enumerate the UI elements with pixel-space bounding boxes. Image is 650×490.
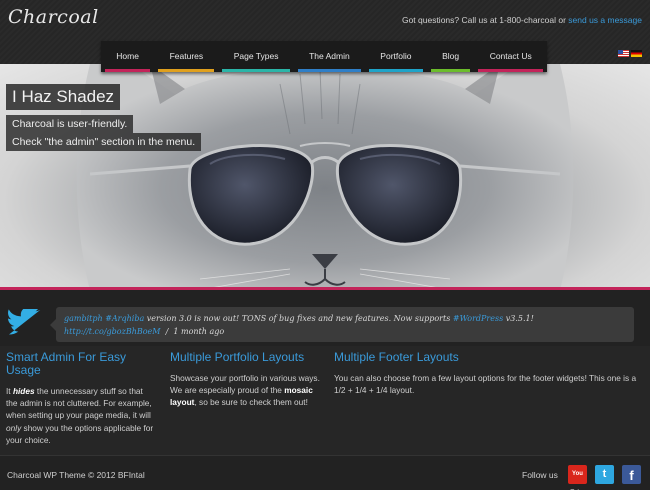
tweet-text: v3.5.1! [505,314,534,323]
nav-item-label: Portfolio [380,51,412,61]
column-text: Showcase your portfolio in various ways.… [170,373,320,408]
nav-item-page-types[interactable]: Page Types [218,41,293,72]
de-flag-icon[interactable] [631,50,642,57]
hero-caption-line-1: Charcoal is user-friendly. [6,115,134,133]
tweet-time: 1 month ago [173,327,225,336]
nav-color-bar [222,69,290,72]
twitter-icon[interactable]: t [595,465,614,484]
tweet-hashtag-link[interactable]: #WordPress [453,314,503,323]
follow-us-label: Follow us [522,470,558,480]
youtube-icon[interactable]: You Tube [568,465,587,484]
nav-item-contact-us[interactable]: Contact Us [474,41,547,72]
hero-title: I Haz Shadez [6,84,121,110]
nav-item-blog[interactable]: Blog [427,41,475,72]
column-text: You can also choose from a few layout op… [334,373,637,396]
nav-color-bar [430,69,471,72]
tweet-separator: / [165,327,169,336]
tweet-text: version 3.0 is now out! TONS of bug fixe… [146,314,451,323]
hero-caption-line-2: Check "the admin" section in the menu. [6,133,202,151]
column-title: Multiple Portfolio Layouts [170,350,305,364]
feature-column-portfolio: Multiple Portfolio Layouts Showcase your… [170,351,320,409]
site-footer: Charcoal WP Theme © 2012 BFIntal Follow … [0,455,650,490]
main-nav: Home Features Page Types The Admin Portfolio… [101,41,547,72]
site-logo[interactable]: Charcoal [8,6,99,28]
nav-color-bar [478,69,544,72]
nav-item-label: Home [116,51,139,61]
us-flag-icon[interactable] [618,50,629,57]
feature-column-footer: Multiple Footer Layouts You can also cho… [334,351,640,396]
facebook-icon[interactable]: f [622,465,641,484]
contact-text: Got questions? Call us at 1-800-charcoal… [401,15,566,25]
nav-item-label: Contact Us [489,51,532,61]
nav-item-label: Features [169,51,204,61]
tweet-hashtag-link[interactable]: #Arqhiba [105,314,144,323]
tweet-user-link[interactable]: gambitph [64,314,103,323]
twitter-bird-icon [8,309,41,335]
language-flags [618,50,642,57]
contact-info: Got questions? Call us at 1-800-charcoal… [402,15,642,25]
column-title: Smart Admin For Easy Usage [6,350,127,377]
hero-slider: I Haz Shadez Charcoal is user-friendly. … [0,64,650,290]
nav-item-label: Page Types [233,51,279,61]
nav-color-bar [158,69,215,72]
tweet-url-link[interactable]: http://t.co/gbozBhBoeM [64,327,160,336]
feature-column-admin: Smart Admin For Easy Usage It hides the … [6,351,156,446]
nav-item-portfolio[interactable]: Portfolio [365,41,427,72]
copyright-text: Charcoal WP Theme © 2012 BFIntal [7,470,145,480]
column-text: It hides the unnecessary stuff so that t… [6,386,154,445]
nav-color-bar [105,69,151,72]
nav-color-bar [369,69,423,72]
nav-item-the-admin[interactable]: The Admin [294,41,365,72]
nav-item-features[interactable]: Features [154,41,218,72]
column-title: Multiple Footer Layouts [334,350,459,364]
send-message-link[interactable]: send us a message [568,15,642,25]
nav-item-label: Blog [442,51,460,61]
nav-item-home[interactable]: Home [101,41,154,72]
nav-color-bar [297,69,361,72]
latest-tweet: gambitph #Arqhiba version 3.0 is now out… [50,307,634,342]
nav-item-label: The Admin [309,51,350,61]
